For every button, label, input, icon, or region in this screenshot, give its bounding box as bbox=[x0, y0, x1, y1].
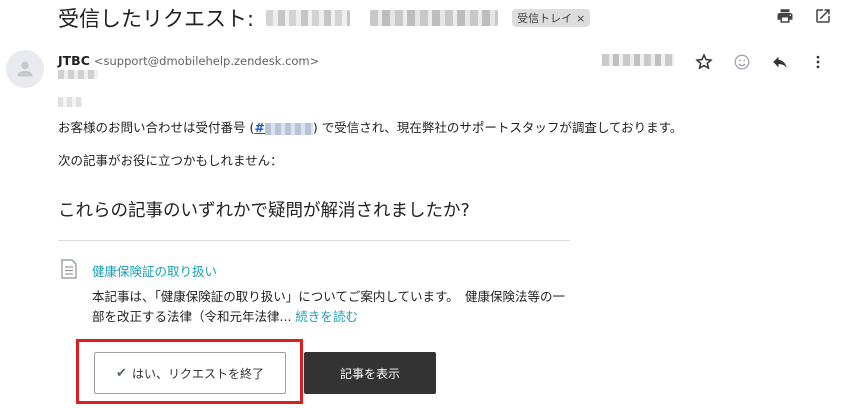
suggestion-intro: 次の記事がお役に立つかもしれません： bbox=[58, 153, 283, 168]
line1-before: お客様のお問い合わせは受付番号 ( bbox=[58, 120, 255, 135]
ticket-received-line: お客様のお問い合わせは受付番号 (# ) で受信され、現在弊社のサポートスタッフが… bbox=[58, 117, 682, 136]
message-actions bbox=[694, 52, 828, 72]
subject-row: 受信したリクエスト: 受信トレイ × bbox=[58, 4, 591, 32]
reply-icon[interactable] bbox=[770, 52, 790, 72]
redacted-subject-part bbox=[266, 10, 351, 26]
label-remove-button[interactable]: × bbox=[576, 12, 585, 25]
sender-avatar[interactable] bbox=[6, 50, 44, 88]
ticket-number-link[interactable]: # bbox=[254, 120, 313, 135]
avatar-icon bbox=[17, 61, 33, 77]
inbox-label-chip[interactable]: 受信トレイ × bbox=[512, 9, 591, 27]
view-article-button[interactable]: 記事を表示 bbox=[304, 352, 436, 394]
top-actions bbox=[775, 6, 833, 26]
redacted-greeting bbox=[58, 97, 82, 107]
divider bbox=[58, 240, 570, 241]
line1-after: ) で受信され、現在弊社のサポートスタッフが調査しております。 bbox=[312, 120, 683, 135]
articles-heading: これらの記事のいずれかで疑問が解消されましたか? bbox=[58, 201, 470, 221]
sender-email: <support@dmobilehelp.zendesk.com> bbox=[93, 54, 320, 68]
more-vert-icon[interactable] bbox=[808, 52, 828, 72]
sender-name[interactable]: JTBC bbox=[58, 53, 90, 68]
redacted-date bbox=[602, 54, 674, 66]
open-in-new-icon[interactable] bbox=[813, 6, 833, 26]
redacted-recipient bbox=[58, 70, 98, 79]
redacted-subject-part bbox=[370, 10, 499, 26]
redacted-ticket-number bbox=[264, 122, 313, 135]
close-request-label: はい、リクエストを終了 bbox=[131, 366, 264, 381]
emoji-icon[interactable] bbox=[732, 52, 752, 72]
sender-line: JTBC <support@dmobilehelp.zendesk.com> bbox=[58, 53, 319, 68]
document-icon bbox=[61, 259, 77, 279]
inbox-label-text: 受信トレイ bbox=[517, 12, 573, 25]
close-request-button[interactable]: ✔ はい、リクエストを終了 bbox=[94, 352, 286, 394]
email-view: 受信したリクエスト: 受信トレイ × JTBC <support@dmobile… bbox=[0, 0, 849, 408]
subject-title: 受信したリクエスト: bbox=[58, 7, 255, 31]
article-description: 本記事は、「健康保険証の取り扱い」についてご案内しています。 健康保険法等の一部… bbox=[92, 287, 572, 326]
print-icon[interactable] bbox=[775, 6, 795, 26]
article-title-link[interactable]: 健康保険証の取り扱い bbox=[92, 261, 217, 280]
read-more-link[interactable]: 続きを読む bbox=[295, 309, 358, 324]
view-article-label: 記事を表示 bbox=[339, 366, 400, 381]
ticket-prefix: # bbox=[254, 120, 265, 135]
star-icon[interactable] bbox=[694, 52, 714, 72]
check-icon: ✔ bbox=[116, 365, 127, 381]
